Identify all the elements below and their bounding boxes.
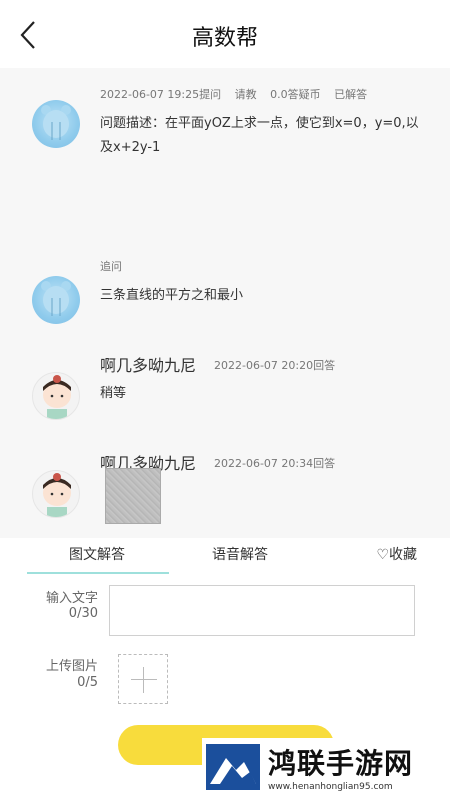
boy-avatar-icon <box>43 473 71 517</box>
answerer-name: 啊几多呦九尼 <box>100 356 197 375</box>
question-status: 已解答 <box>334 88 368 101</box>
tab-voice-answer[interactable]: 语音解答 <box>212 544 268 564</box>
plus-icon-bar <box>131 679 157 680</box>
question-reward: 0.0答疑币 <box>270 88 321 101</box>
upload-image-count: 0/5 <box>77 675 98 690</box>
question-type: 请教 <box>234 88 257 101</box>
bear-avatar-icon <box>41 281 71 316</box>
answer-image-thumbnail[interactable] <box>105 468 161 524</box>
followup-avatar[interactable] <box>32 276 80 324</box>
question-text: 问题描述：在平面yOZ上求一点，使它到x=0，y=0,以及x+2y-1 <box>100 116 419 155</box>
question-meta: 2022-06-07 19:25提问 请教 0.0答疑币 已解答 <box>100 86 377 102</box>
answerer-avatar[interactable] <box>32 470 80 518</box>
answer-time: 2022-06-07 20:20回答 <box>214 359 336 372</box>
header-bar: 高数帮 <box>0 0 450 68</box>
active-tab-indicator <box>27 572 169 574</box>
bear-avatar-icon <box>41 105 71 140</box>
boy-avatar-icon <box>43 375 71 419</box>
answer-text-input[interactable] <box>109 585 415 636</box>
watermark: 鸿联手游网 www.henanhonglian95.com <box>202 738 450 800</box>
upload-image-label: 上传图片 <box>45 659 98 674</box>
answer-text: 稍等 <box>100 386 127 401</box>
asker-avatar[interactable] <box>32 100 80 148</box>
watermark-url: www.henanhonglian95.com <box>268 782 393 792</box>
followup-text: 三条直线的平方之和最小 <box>100 288 244 303</box>
followup-label: 追问 <box>100 260 122 273</box>
add-image-button[interactable] <box>118 654 168 704</box>
input-text-count: 0/30 <box>68 606 98 621</box>
tab-text-answer[interactable]: 图文解答 <box>69 544 125 564</box>
question-time: 2022-06-07 19:25提问 <box>100 88 222 101</box>
page-title: 高数帮 <box>191 26 258 51</box>
plus-icon <box>143 667 144 693</box>
answer-time: 2022-06-07 20:34回答 <box>214 457 336 470</box>
watermark-logo <box>206 744 260 790</box>
answer-tabs: 图文解答 语音解答 ♡收藏 <box>0 538 450 574</box>
input-text-label: 输入文字 <box>45 591 98 606</box>
watermark-name: 鸿联手游网 <box>268 747 414 780</box>
answerer-avatar[interactable] <box>32 372 80 420</box>
qa-thread: 2022-06-07 19:25提问 请教 0.0答疑币 已解答 问题描述：在平… <box>0 68 450 538</box>
favorite-button[interactable]: ♡收藏 <box>376 544 417 564</box>
